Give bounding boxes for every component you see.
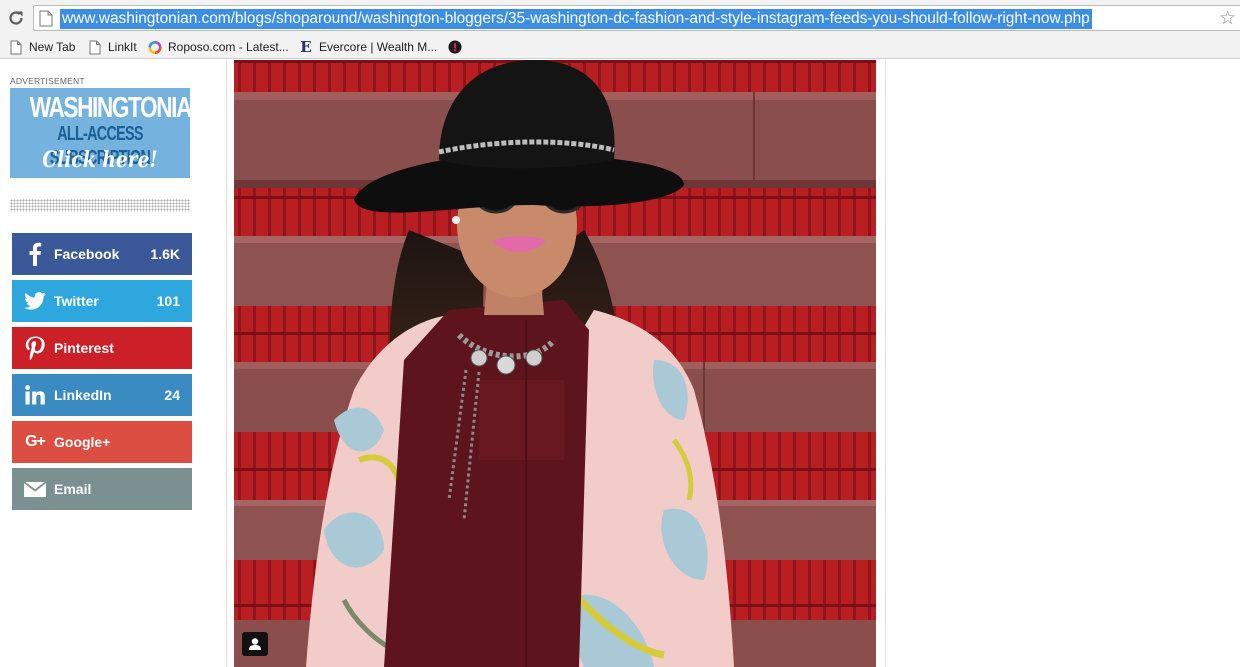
twitter-icon <box>16 280 54 322</box>
url-text[interactable]: www.washingtonian.com/blogs/shoparound/w… <box>60 9 1092 29</box>
twitter-share-button[interactable]: Twitter 101 <box>12 280 192 322</box>
instagram-user-badge-icon[interactable] <box>242 632 268 656</box>
advertisement-label: ADVERTISEMENT <box>10 76 85 86</box>
share-count: 24 <box>164 387 180 403</box>
instagram-photo[interactable] <box>234 60 876 667</box>
subscription-ad-banner[interactable]: WASHINGTONIAN ALL-ACCESS SUBSCRIPTION Cl… <box>10 88 190 178</box>
dotted-divider <box>10 199 190 212</box>
bookmark-new-tab[interactable]: New Tab <box>9 38 75 56</box>
bookmarks-bar: New Tab LinkIt Roposo.com - Latest... E … <box>0 34 1240 59</box>
fashion-photo-illustration <box>234 60 876 667</box>
pinterest-share-button[interactable]: Pinterest <box>12 327 192 369</box>
share-label: Twitter <box>54 293 99 309</box>
web-page: ADVERTISEMENT WASHINGTONIAN ALL-ACCESS S… <box>0 60 1240 667</box>
bookmark-label: Evercore | Wealth M... <box>319 40 438 54</box>
ad-cta: Click here! <box>42 147 158 173</box>
bookmark-label: New Tab <box>29 40 76 54</box>
share-label: Google+ <box>54 434 111 450</box>
linkedin-share-button[interactable]: LinkedIn 24 <box>12 374 192 416</box>
email-icon <box>16 468 54 510</box>
google-plus-icon: G+ <box>25 433 46 450</box>
facebook-icon <box>16 233 54 275</box>
roposo-icon <box>148 39 162 55</box>
google-plus-share-button[interactable]: G+ Google+ <box>12 421 192 463</box>
linkedin-icon <box>16 374 54 416</box>
page-icon <box>88 39 102 55</box>
share-count: 101 <box>156 293 180 309</box>
share-count: 1.6K <box>150 246 180 262</box>
bookmark-favicon-icon <box>448 39 462 55</box>
bookmark-evercore[interactable]: E Evercore | Wealth M... <box>299 38 437 56</box>
ad-title: WASHINGTONIAN <box>29 92 190 124</box>
bookmark-label: Roposo.com - Latest... <box>168 40 289 54</box>
pinterest-icon <box>16 327 54 369</box>
bookmark-roposo[interactable]: Roposo.com - Latest... <box>148 38 289 56</box>
facebook-share-button[interactable]: Facebook 1.6K <box>12 233 192 275</box>
share-label: Email <box>54 481 92 497</box>
bookmark-label: LinkIt <box>108 40 137 54</box>
address-bar[interactable]: www.washingtonian.com/blogs/shoparound/w… <box>33 5 1240 31</box>
bookmark-unnamed[interactable] <box>448 38 468 56</box>
share-label: Facebook <box>54 246 120 262</box>
evercore-icon: E <box>300 38 312 56</box>
page-icon <box>9 39 23 55</box>
page-icon <box>39 10 53 27</box>
bookmark-star-icon[interactable]: ☆ <box>1219 9 1236 29</box>
reload-icon[interactable] <box>6 8 26 28</box>
browser-toolbar: www.washingtonian.com/blogs/shoparound/w… <box>0 0 1240 34</box>
share-label: Pinterest <box>54 340 114 356</box>
share-label: LinkedIn <box>54 387 112 403</box>
bookmark-linkit[interactable]: LinkIt <box>88 38 137 56</box>
email-share-button[interactable]: Email <box>12 468 192 510</box>
